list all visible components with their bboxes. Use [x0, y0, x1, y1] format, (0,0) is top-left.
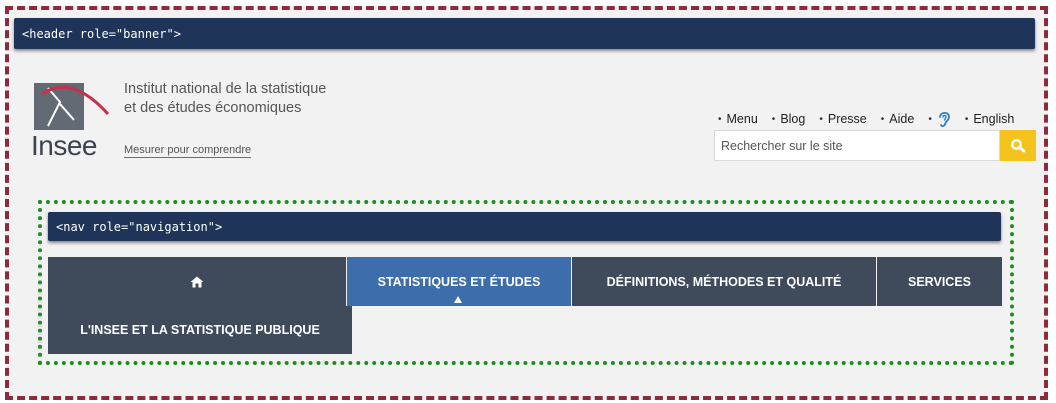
nav-item-definitions[interactable]: DÉFINITIONS, MÉTHODES ET QUALITÉ: [572, 257, 876, 306]
bullet: •: [819, 113, 823, 125]
top-link-presse[interactable]: • Presse: [819, 112, 866, 126]
institute-name: Institut national de la statistique et d…: [124, 80, 384, 118]
search-icon: [1011, 138, 1026, 152]
bullet: •: [771, 113, 776, 125]
ear-icon: [938, 111, 950, 127]
nav-item-insee[interactable]: L'INSEE ET LA STATISTIQUE PUBLIQUE: [48, 306, 352, 354]
bullet: •: [718, 113, 722, 125]
bullet: •: [928, 113, 932, 125]
nav-landmark-label: <nav role="navigation">: [48, 212, 1001, 241]
top-link-label: Menu: [726, 112, 758, 126]
top-link-label: Blog: [780, 112, 806, 126]
bullet: •: [964, 113, 969, 125]
logo-wordmark: Insee: [31, 130, 98, 161]
top-link-label: English: [973, 112, 1015, 126]
nav-item-services[interactable]: SERVICES: [877, 257, 1002, 306]
search-button[interactable]: [1000, 130, 1036, 161]
search-input[interactable]: [714, 130, 1000, 161]
bullet: •: [880, 113, 885, 125]
utility-links: • Menu • Blog • Presse • Aide • • Englis…: [718, 110, 1014, 128]
top-link-english[interactable]: • English: [965, 112, 1015, 126]
active-tab-caret-icon: [454, 296, 462, 303]
top-link-label: Presse: [827, 112, 867, 126]
nav-item-home[interactable]: [48, 257, 346, 306]
tagline-link[interactable]: Mesurer pour comprendre: [124, 144, 252, 158]
home-icon: [190, 276, 204, 287]
top-link-blog[interactable]: • Blog: [772, 112, 806, 126]
top-link-accessibility[interactable]: •: [928, 110, 951, 128]
institute-name-line1: Institut national de la statistique: [124, 81, 327, 97]
top-link-label: Aide: [889, 112, 915, 126]
top-link-aide[interactable]: • Aide: [881, 112, 915, 126]
institute-name-line2: et des études économiques: [124, 100, 302, 116]
header-landmark-label: <header role="banner">: [14, 18, 1035, 49]
top-link-menu[interactable]: • Menu: [718, 112, 758, 126]
